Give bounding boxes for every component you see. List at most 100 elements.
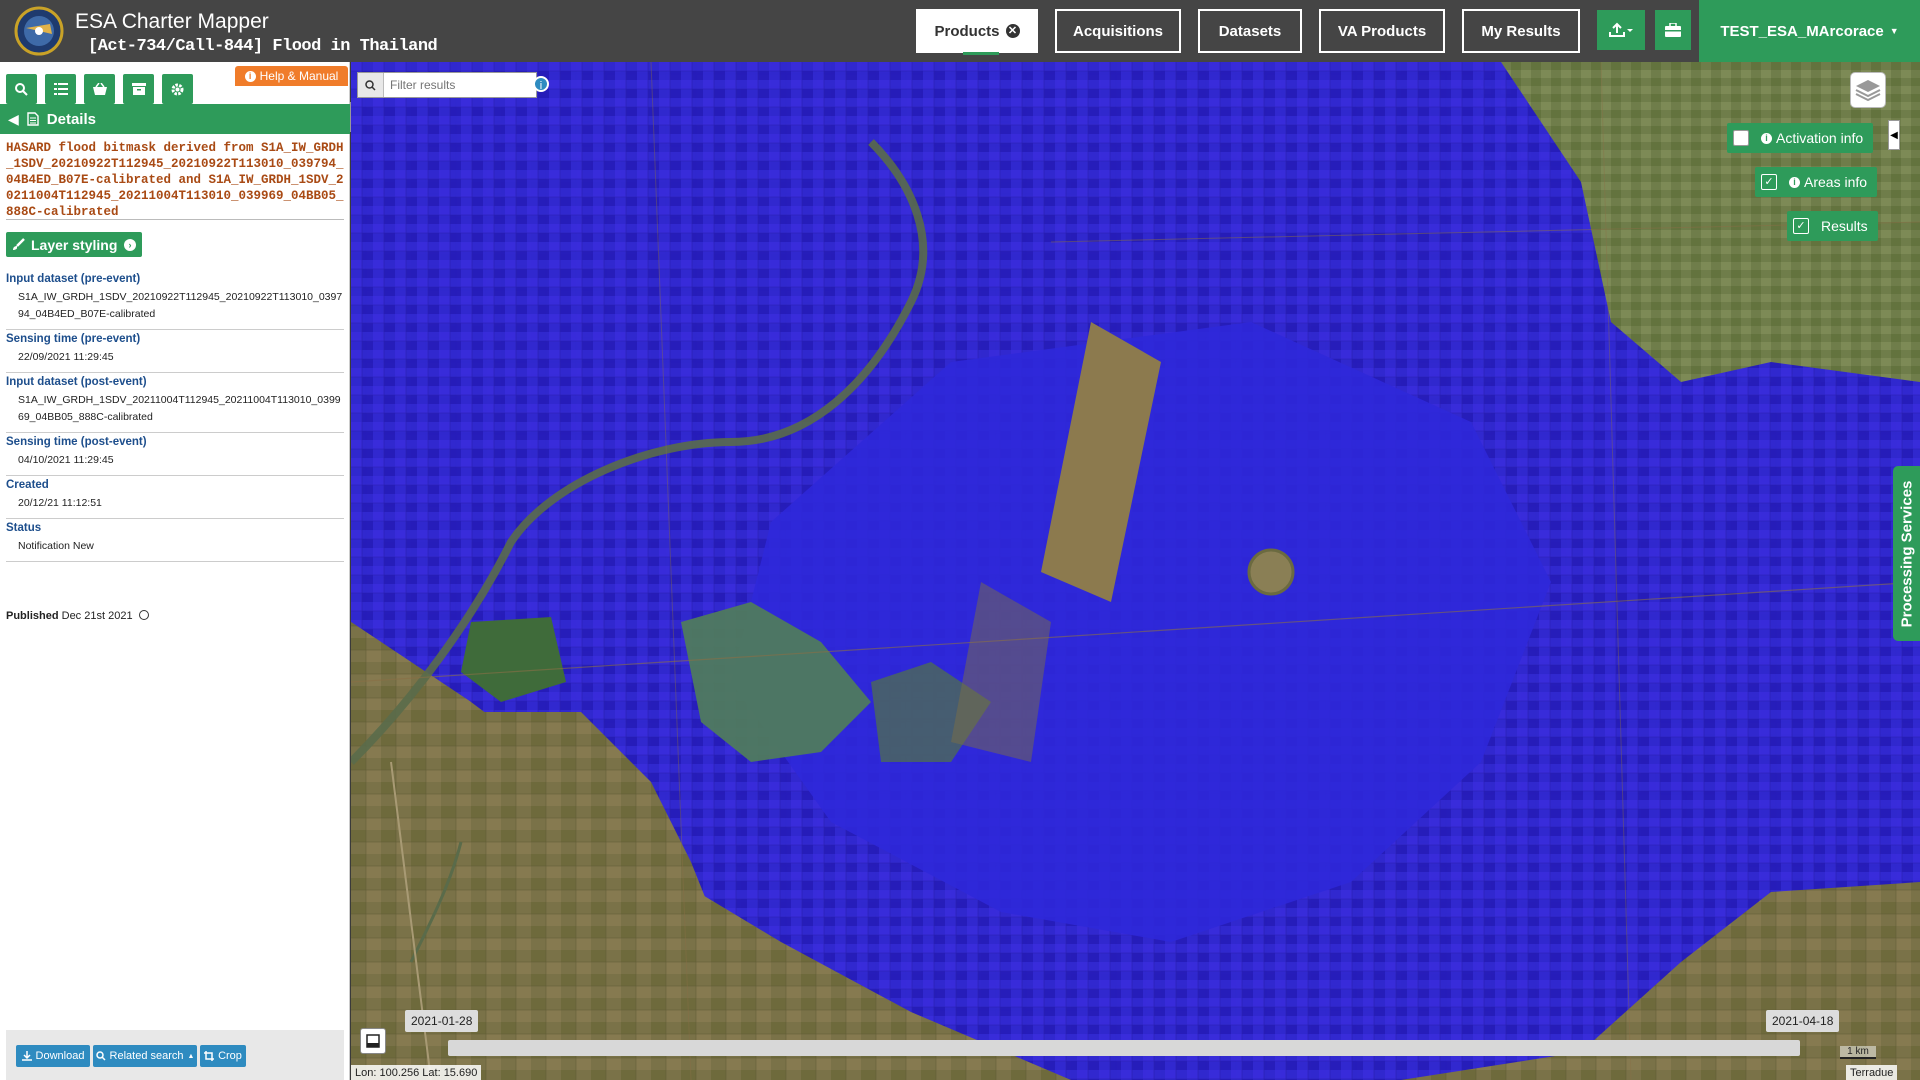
tab-products[interactable]: Products ✕ bbox=[916, 9, 1038, 55]
field-value: S1A_IW_GRDH_1SDV_20210922T112945_2021092… bbox=[18, 291, 343, 320]
details-label: Details bbox=[46, 110, 96, 128]
layers-icon bbox=[1855, 80, 1881, 102]
search-tool-button[interactable] bbox=[6, 74, 37, 104]
areas-info-checkbox[interactable]: ✓ bbox=[1761, 174, 1777, 190]
processing-services-label: Processing Services bbox=[1898, 480, 1915, 627]
filter-results-box bbox=[357, 72, 537, 98]
field-status: Status Notification New bbox=[6, 519, 344, 562]
map-view[interactable] bbox=[351, 62, 1920, 1080]
info-icon: i bbox=[244, 70, 256, 82]
layers-button[interactable] bbox=[1850, 72, 1886, 108]
timeline-icon bbox=[366, 1034, 380, 1048]
layer-styling-button[interactable]: Layer styling › bbox=[6, 232, 142, 257]
field-label: Created bbox=[6, 479, 49, 491]
overlay-collapse-handle[interactable]: ◀ bbox=[1888, 120, 1900, 150]
search-icon bbox=[95, 1051, 106, 1061]
field-value: 22/09/2021 11:29:45 bbox=[18, 351, 114, 363]
sidebar-toolbar bbox=[6, 74, 193, 104]
areas-info-label: Areas info bbox=[1804, 174, 1868, 190]
crop-label: Crop bbox=[218, 1050, 242, 1062]
activation-info-toggle[interactable]: i Activation info bbox=[1727, 123, 1874, 153]
timeline-start-label: 2021-01-28 bbox=[405, 1010, 479, 1032]
related-search-button[interactable]: Related search ▲ bbox=[93, 1045, 197, 1067]
published-info: Published Dec 21st 2021 bbox=[6, 610, 149, 622]
cursor-coordinates: Lon: 100.256 Lat: 15.690 bbox=[351, 1065, 482, 1080]
app-title: ESA Charter Mapper bbox=[75, 10, 269, 33]
layer-styling-label: Layer styling bbox=[31, 236, 118, 253]
archive-icon bbox=[131, 83, 146, 95]
brush-icon bbox=[13, 238, 25, 250]
field-input-post: Input dataset (post-event) S1A_IW_GRDH_1… bbox=[6, 373, 344, 433]
download-icon bbox=[21, 1051, 32, 1061]
help-manual-label: Help & Manual bbox=[259, 69, 339, 83]
results-toggle[interactable]: ✓ Results bbox=[1787, 211, 1878, 241]
download-button[interactable]: Download bbox=[16, 1045, 90, 1067]
close-icon[interactable]: ✕ bbox=[1005, 24, 1020, 38]
field-label: Sensing time (pre-event) bbox=[6, 333, 141, 345]
clock-icon bbox=[138, 610, 149, 620]
timeline-toggle-button[interactable] bbox=[360, 1028, 386, 1054]
search-icon bbox=[15, 82, 28, 96]
field-created: Created 20/12/21 11:12:51 bbox=[6, 476, 344, 519]
published-date: Dec 21st 2021 bbox=[61, 610, 133, 622]
crop-icon bbox=[204, 1051, 215, 1061]
list-tool-button[interactable] bbox=[45, 74, 76, 104]
briefcase-icon bbox=[1665, 23, 1681, 37]
field-sensing-post: Sensing time (post-event) 04/10/2021 11:… bbox=[6, 433, 344, 476]
chevron-left-icon[interactable]: ◀ bbox=[8, 111, 19, 128]
list-icon bbox=[53, 83, 68, 95]
field-input-pre: Input dataset (pre-event) S1A_IW_GRDH_1S… bbox=[6, 270, 344, 330]
caret-up-icon: ▲ bbox=[187, 1052, 195, 1060]
basket-icon bbox=[92, 83, 107, 95]
timeline-end-label: 2021-04-18 bbox=[1766, 1010, 1840, 1032]
user-menu[interactable]: TEST_ESA_MArcorace ▼ bbox=[1699, 0, 1920, 62]
processing-services-tab[interactable]: Processing Services bbox=[1893, 466, 1920, 641]
scale-bar: 1 km bbox=[1840, 1046, 1876, 1059]
search-icon[interactable] bbox=[358, 73, 384, 97]
product-fields: Input dataset (pre-event) S1A_IW_GRDH_1S… bbox=[6, 270, 344, 562]
user-name: TEST_ESA_MArcorace bbox=[1720, 22, 1884, 40]
tab-datasets[interactable]: Datasets bbox=[1198, 9, 1302, 53]
field-label: Input dataset (pre-event) bbox=[6, 273, 141, 285]
tab-va-products[interactable]: VA Products bbox=[1319, 9, 1445, 53]
field-value: Notification New bbox=[18, 540, 94, 552]
top-header: ESA Charter Mapper [Act-734/Call-844] Fl… bbox=[0, 0, 1920, 62]
esa-charter-logo-icon[interactable] bbox=[12, 6, 66, 56]
basket-tool-button[interactable] bbox=[84, 74, 115, 104]
details-header[interactable]: ◀ Details bbox=[0, 104, 350, 134]
field-label: Sensing time (post-event) bbox=[6, 436, 147, 448]
tab-products-label: Products bbox=[934, 22, 1000, 40]
archive-tool-button[interactable] bbox=[123, 74, 154, 104]
satellite-map[interactable] bbox=[351, 62, 1920, 1080]
field-label: Status bbox=[6, 522, 42, 534]
field-value: 20/12/21 11:12:51 bbox=[18, 497, 102, 509]
tab-my-results[interactable]: My Results bbox=[1462, 9, 1580, 53]
timeline-slider[interactable] bbox=[448, 1040, 1800, 1056]
briefcase-button[interactable] bbox=[1655, 10, 1691, 50]
upload-icon bbox=[1609, 22, 1633, 37]
product-title: HASARD flood bitmask derived from S1A_IW… bbox=[6, 141, 344, 219]
gear-icon bbox=[171, 83, 184, 95]
document-icon bbox=[27, 112, 39, 126]
caret-down-icon: ▼ bbox=[1889, 26, 1899, 36]
map-attribution[interactable]: Terradue bbox=[1846, 1065, 1898, 1080]
divider bbox=[6, 219, 344, 220]
info-icon: i bbox=[1761, 132, 1772, 144]
filter-results-input[interactable] bbox=[384, 78, 524, 92]
activation-info-checkbox[interactable] bbox=[1733, 130, 1749, 146]
tab-acquisitions[interactable]: Acquisitions bbox=[1055, 9, 1181, 53]
field-value: 04/10/2021 11:29:45 bbox=[18, 454, 114, 466]
upload-button[interactable] bbox=[1597, 10, 1645, 50]
settings-tool-button[interactable] bbox=[162, 74, 193, 104]
field-label: Input dataset (post-event) bbox=[6, 376, 147, 388]
results-checkbox[interactable]: ✓ bbox=[1793, 218, 1809, 234]
help-manual-button[interactable]: i Help & Manual bbox=[235, 66, 348, 86]
info-icon[interactable]: i bbox=[533, 76, 549, 92]
activation-subtitle: [Act-734/Call-844] Flood in Thailand bbox=[88, 37, 438, 56]
field-sensing-pre: Sensing time (pre-event) 22/09/2021 11:2… bbox=[6, 330, 344, 373]
results-label: Results bbox=[1821, 218, 1868, 234]
info-icon: i bbox=[1789, 176, 1800, 188]
published-label: Published bbox=[6, 610, 59, 622]
areas-info-toggle[interactable]: ✓ i Areas info bbox=[1755, 167, 1878, 197]
crop-button[interactable]: Crop bbox=[200, 1045, 246, 1067]
